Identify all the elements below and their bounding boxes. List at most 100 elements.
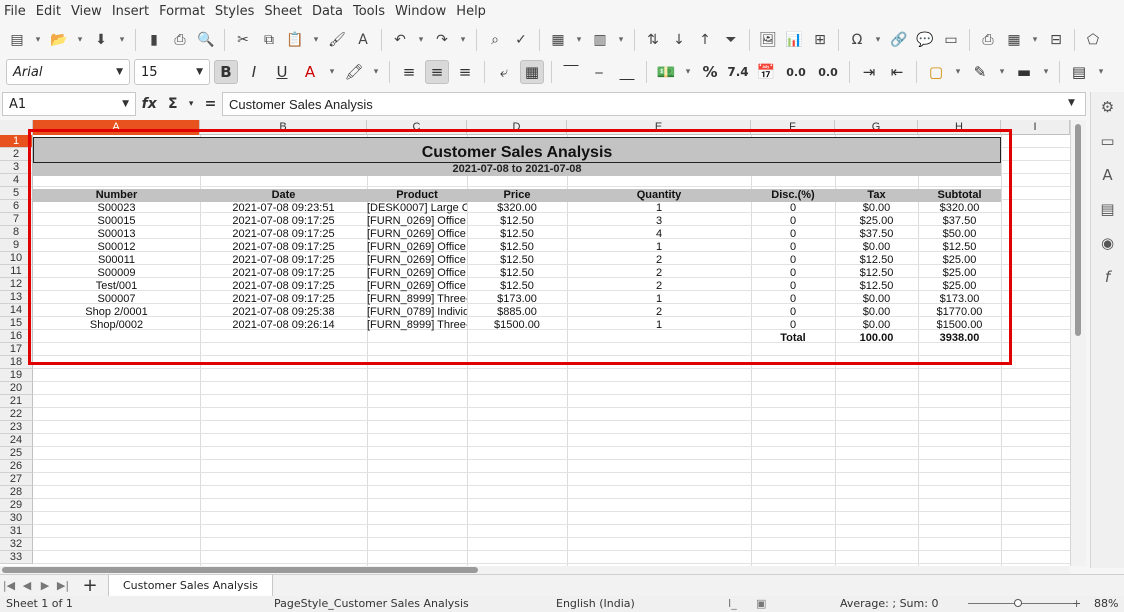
clone-formatting-icon[interactable]: 🖌 <box>326 29 348 51</box>
cell-price[interactable]: $320.00 <box>467 202 567 215</box>
cell-price[interactable]: $885.00 <box>467 306 567 319</box>
freeze-rows-columns-icon[interactable]: ▦ <box>1003 29 1025 51</box>
wrap-text-icon[interactable]: ⤶ <box>492 60 516 84</box>
column-icon[interactable]: ▥ <box>589 29 611 51</box>
sort-ascending-icon[interactable]: ↓ <box>668 29 690 51</box>
zoom-in-icon[interactable]: + <box>1072 597 1081 610</box>
cell-quantity[interactable]: 1 <box>567 202 751 215</box>
functions-icon[interactable]: f <box>1097 266 1119 288</box>
cell-date[interactable]: 2021-07-08 09:17:25 <box>200 215 367 228</box>
copy-icon[interactable]: ⧉ <box>258 29 280 51</box>
horizontal-scrollbar[interactable] <box>0 566 1070 574</box>
cell-tax[interactable]: $0.00 <box>835 241 918 254</box>
open-folder-icon[interactable]: 📂 <box>48 29 70 51</box>
headers-footers-icon[interactable]: ▭ <box>940 29 962 51</box>
spreadsheet-grid[interactable]: A B C D E F G H I 1 2 3 4 5 6 7 8 9 10 11 12 13 14 15 1… <box>0 120 1070 566</box>
chevron-down-icon[interactable]: ▾ <box>310 29 322 51</box>
function-wizard-icon[interactable]: fx <box>142 96 157 112</box>
cell-quantity[interactable]: 2 <box>567 267 751 280</box>
chevron-down-icon[interactable]: ▾ <box>32 29 44 51</box>
add-sheet-button[interactable]: + <box>78 575 102 596</box>
cell-product[interactable]: [FURN_0269] Office Chair Black <box>367 254 467 267</box>
chevron-down-icon[interactable]: ▾ <box>370 61 382 83</box>
cell-quantity[interactable]: 4 <box>567 228 751 241</box>
cell-product[interactable]: [FURN_0789] Individual Workplace <box>367 306 467 319</box>
chevron-down-icon[interactable]: ▾ <box>682 61 694 83</box>
cell-subtotal[interactable]: $50.00 <box>918 228 1001 241</box>
cell-number[interactable]: S00009 <box>33 267 200 280</box>
menu-tools[interactable]: Tools <box>353 4 385 19</box>
gallery-icon[interactable]: ▤ <box>1097 198 1119 220</box>
menu-file[interactable]: File <box>4 4 26 19</box>
italic-icon[interactable]: I <box>242 60 266 84</box>
cell-tax[interactable]: $0.00 <box>835 319 918 332</box>
redo-icon[interactable]: ↷ <box>431 29 453 51</box>
chevron-down-icon[interactable]: ▾ <box>116 29 128 51</box>
cell-number[interactable]: S00023 <box>33 202 200 215</box>
last-sheet-icon[interactable]: ▶| <box>54 579 72 592</box>
chevron-down-icon[interactable]: ▾ <box>872 29 884 51</box>
cell-date[interactable]: 2021-07-08 09:25:38 <box>200 306 367 319</box>
cell-price[interactable]: $12.50 <box>467 280 567 293</box>
next-sheet-icon[interactable]: ▶ <box>36 579 54 592</box>
cell-subtotal[interactable]: $173.00 <box>918 293 1001 306</box>
cell-discount[interactable]: 0 <box>751 254 835 267</box>
percent-format-icon[interactable]: % <box>698 60 722 84</box>
cell-quantity[interactable]: 3 <box>567 215 751 228</box>
cell-number[interactable]: Shop/0002 <box>33 319 200 332</box>
menu-styles[interactable]: Styles <box>215 4 254 19</box>
paste-icon[interactable]: 📋 <box>284 29 306 51</box>
cell-discount[interactable]: 0 <box>751 241 835 254</box>
cell-price[interactable]: $173.00 <box>467 293 567 306</box>
status-summary[interactable]: Average: ; Sum: 0 <box>840 597 938 610</box>
clear-formatting-icon[interactable]: A <box>352 29 374 51</box>
chevron-down-icon[interactable]: ▾ <box>952 61 964 83</box>
menu-view[interactable]: View <box>71 4 102 19</box>
formula-input[interactable]: Customer Sales Analysis <box>222 92 1086 116</box>
cell-price[interactable]: $12.50 <box>467 228 567 241</box>
menu-sheet[interactable]: Sheet <box>264 4 302 19</box>
pivot-table-icon[interactable]: ⊞ <box>809 29 831 51</box>
chevron-down-icon[interactable]: ▾ <box>326 61 338 83</box>
cell-discount[interactable]: 0 <box>751 319 835 332</box>
chevron-down-icon[interactable]: ▾ <box>996 61 1008 83</box>
cell-subtotal[interactable]: $1500.00 <box>918 319 1001 332</box>
add-decimal-icon[interactable]: 0.0 <box>782 60 810 84</box>
cell-date[interactable]: 2021-07-08 09:26:14 <box>200 319 367 332</box>
cell-tax[interactable]: $25.00 <box>835 215 918 228</box>
hyperlink-icon[interactable]: 🔗 <box>888 29 910 51</box>
conditional-format-icon[interactable]: ▤ <box>1067 60 1091 84</box>
cell-tax[interactable]: $0.00 <box>835 293 918 306</box>
cell-tax[interactable]: $12.50 <box>835 267 918 280</box>
status-page-style[interactable]: PageStyle_Customer Sales Analysis <box>274 597 469 610</box>
show-draw-functions-icon[interactable]: ⬠ <box>1082 29 1104 51</box>
cell-quantity[interactable]: 2 <box>567 306 751 319</box>
chevron-down-icon[interactable]: ▾ <box>573 29 585 51</box>
print-preview-icon[interactable]: 🔍 <box>195 29 217 51</box>
cell-date[interactable]: 2021-07-08 09:17:25 <box>200 280 367 293</box>
autofilter-icon[interactable]: ⏷ <box>720 29 742 51</box>
cell-number[interactable]: S00013 <box>33 228 200 241</box>
center-vertically-icon[interactable]: ⎯ <box>587 60 611 84</box>
delete-decimal-icon[interactable]: 0.0 <box>814 60 842 84</box>
menu-data[interactable]: Data <box>312 4 343 19</box>
vertical-scroll-thumb[interactable] <box>1075 124 1081 336</box>
chevron-down-icon[interactable]: ▾ <box>615 29 627 51</box>
chevron-down-icon[interactable]: ▾ <box>457 29 469 51</box>
cell-subtotal[interactable]: $1770.00 <box>918 306 1001 319</box>
align-right-icon[interactable]: ≡ <box>453 60 477 84</box>
chevron-down-icon[interactable]: ▾ <box>1095 61 1107 83</box>
cell-discount[interactable]: 0 <box>751 267 835 280</box>
cell-subtotal[interactable]: $12.50 <box>918 241 1001 254</box>
special-character-icon[interactable]: Ω <box>846 29 868 51</box>
cell-tax[interactable]: $12.50 <box>835 280 918 293</box>
cell-date[interactable]: 2021-07-08 09:17:25 <box>200 293 367 306</box>
cell-tax[interactable]: $0.00 <box>835 306 918 319</box>
cell-subtotal[interactable]: $25.00 <box>918 267 1001 280</box>
sum-icon[interactable]: Σ <box>168 96 178 112</box>
status-language[interactable]: English (India) <box>556 597 635 610</box>
cell-price[interactable]: $12.50 <box>467 267 567 280</box>
cell-number[interactable]: S00012 <box>33 241 200 254</box>
align-bottom-icon[interactable]: ⎽ <box>615 60 639 84</box>
number-format-icon[interactable]: 7.4 <box>726 60 750 84</box>
